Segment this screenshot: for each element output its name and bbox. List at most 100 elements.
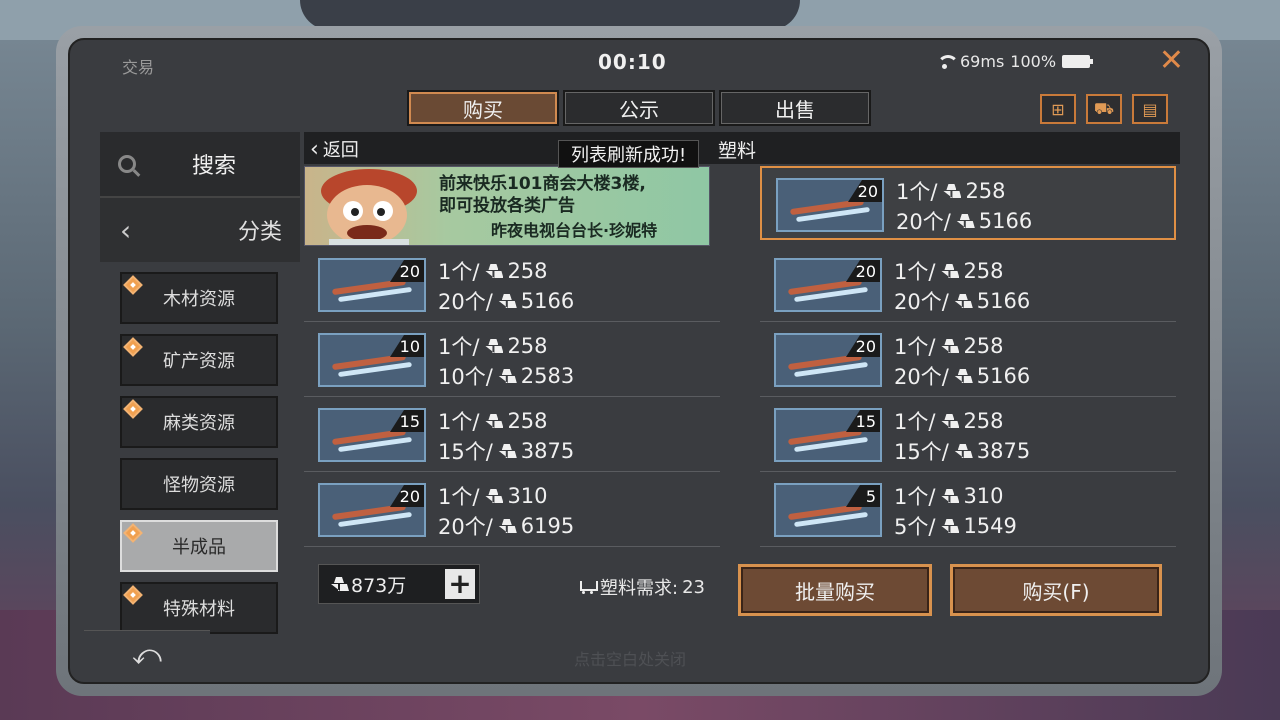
plastic-rod-icon: 20 [318, 258, 426, 312]
quantity-badge: 20 [390, 260, 424, 282]
sidebar-item-wood[interactable]: 木材资源 [120, 272, 278, 324]
silver-icon [497, 519, 517, 533]
marker-icon [123, 337, 143, 357]
quantity-text: 1个/ [894, 260, 936, 284]
quantity-text: 1个/ [894, 335, 936, 359]
silver-icon [497, 369, 517, 383]
sidebar-item-label: 特殊材料 [163, 599, 235, 620]
close-hint: 点击空白处关闭 [574, 650, 687, 669]
total-price-line: 20个/5166 [894, 361, 1030, 391]
battery-icon [1062, 55, 1094, 68]
status-area: 69ms 100% [936, 52, 1094, 71]
total-price-line: 20个/5166 [894, 286, 1030, 316]
unit-price-line: 1个/258 [438, 331, 548, 361]
plastic-rod-icon: 5 [774, 483, 882, 537]
price-text: 258 [507, 259, 548, 283]
silver-icon [483, 414, 503, 428]
search-label: 搜索 [192, 154, 237, 179]
listing-item[interactable]: 20 1个/258 20个/5166 [760, 248, 1176, 322]
mascot-image [321, 169, 417, 245]
back-button[interactable]: ‹ 返回 [310, 136, 359, 162]
quantity-text: 1个/ [438, 410, 480, 434]
price-text: 6195 [520, 514, 575, 538]
clock: 00:10 [598, 50, 667, 74]
listing-item[interactable]: 5 1个/310 5个/1549 [760, 473, 1176, 547]
plastic-rod-icon: 10 [318, 333, 426, 387]
price-text: 5166 [520, 289, 575, 313]
listing-item[interactable]: 10 1个/258 10个/2583 [304, 323, 720, 397]
undo-icon: ⤺ [132, 637, 162, 671]
plastic-rod-icon: 20 [318, 483, 426, 537]
quantity-text: 20个/ [894, 365, 949, 389]
quantity-badge: 5 [846, 485, 880, 507]
undo-button[interactable]: ⤺ [84, 630, 210, 678]
silver-icon [953, 444, 973, 458]
chevron-left-icon: ‹ [120, 213, 132, 247]
quantity-text: 1个/ [894, 485, 936, 509]
quantity-text: 20个/ [438, 290, 493, 314]
listing-item[interactable]: 20 1个/310 20个/6195 [304, 473, 720, 547]
price-text: 5166 [976, 364, 1031, 388]
total-price-line: 15个/3875 [894, 436, 1030, 466]
chevron-left-icon: ‹ [310, 136, 319, 162]
tab-notice[interactable]: 公示 [563, 90, 715, 126]
cart-icon [576, 579, 598, 595]
add-currency-button[interactable]: + [445, 569, 475, 599]
quantity-badge: 15 [846, 410, 880, 432]
sidebar-item-label: 麻类资源 [163, 413, 235, 434]
status-bar: 交易 00:10 69ms 100% ✕ [70, 40, 1208, 84]
close-icon[interactable]: ✕ [1159, 46, 1184, 76]
sidebar-item-semi-finished[interactable]: 半成品 [120, 520, 278, 572]
silver-icon [497, 294, 517, 308]
price-text: 3875 [520, 439, 575, 463]
listing-item[interactable]: 15 1个/258 15个/3875 [760, 398, 1176, 472]
silver-icon [483, 489, 503, 503]
marker-icon [123, 523, 143, 543]
price-text: 258 [965, 179, 1006, 203]
listing-item[interactable]: 20 1个/258 20个/5166 [304, 248, 720, 322]
quantity-text: 20个/ [896, 210, 951, 234]
ad-line: 前来快乐101商会大楼3楼, [439, 174, 646, 194]
marker-icon [123, 275, 143, 295]
quantity-badge: 20 [848, 180, 882, 202]
toast-message: 列表刷新成功! [558, 140, 700, 168]
ad-banner[interactable]: 前来快乐101商会大楼3楼, 即可投放各类广告 昨夜电视台台长·珍妮特 [304, 166, 710, 246]
total-price-line: 20个/5166 [896, 206, 1032, 236]
tab-buy[interactable]: 购买 [407, 90, 559, 126]
plastic-rod-icon: 20 [774, 333, 882, 387]
listing-item[interactable]: 15 1个/258 15个/3875 [304, 398, 720, 472]
ad-line: 昨夜电视台台长·珍妮特 [491, 221, 658, 240]
ad-line: 即可投放各类广告 [439, 196, 575, 216]
quantity-badge: 20 [846, 260, 880, 282]
price-text: 258 [963, 409, 1004, 433]
unit-price-line: 1个/258 [894, 256, 1004, 286]
sidebar-item-special[interactable]: 特殊材料 [120, 582, 278, 634]
battery-text: 100% [1010, 52, 1057, 71]
hierarchy-icon[interactable]: ⊞ [1040, 94, 1076, 124]
trade-screen: 交易 00:10 69ms 100% ✕ 购买 公示 出售 ⊞ ⛟ ▤ 搜索 ‹… [68, 38, 1210, 684]
buy-button[interactable]: 购买(F) [950, 564, 1162, 616]
listing-item[interactable]: 20 1个/258 20个/5166 [760, 166, 1176, 240]
sidebar-item-mineral[interactable]: 矿产资源 [120, 334, 278, 386]
quantity-text: 1个/ [896, 180, 938, 204]
tab-sell[interactable]: 出售 [719, 90, 871, 126]
tab-bar: 购买 公示 出售 [407, 90, 871, 126]
sidebar-item-hemp[interactable]: 麻类资源 [120, 396, 278, 448]
listing-item[interactable]: 20 1个/258 20个/5166 [760, 323, 1176, 397]
search-icon [118, 155, 136, 173]
quantity-text: 1个/ [438, 335, 480, 359]
sidebar-item-monster[interactable]: 怪物资源 [120, 458, 278, 510]
total-price-line: 20个/5166 [438, 286, 574, 316]
category-title: 塑料 [718, 140, 757, 162]
tablet-frame: 交易 00:10 69ms 100% ✕ 购买 公示 出售 ⊞ ⛟ ▤ 搜索 ‹… [56, 26, 1222, 696]
silver-icon [953, 294, 973, 308]
bottom-bar: 873万 + 塑料需求: 23 批量购买 购买(F) [304, 550, 1180, 616]
demand-value: 23 [682, 576, 705, 598]
cart-icon[interactable]: ⛟ [1086, 94, 1122, 124]
clipboard-icon[interactable]: ▤ [1132, 94, 1168, 124]
category-button[interactable]: ‹ 分类 [100, 198, 300, 262]
demand-label: 塑料需求: [600, 578, 679, 599]
bulk-buy-button[interactable]: 批量购买 [738, 564, 932, 616]
currency-amount: 873万 [351, 574, 407, 597]
search-button[interactable]: 搜索 [100, 132, 300, 198]
